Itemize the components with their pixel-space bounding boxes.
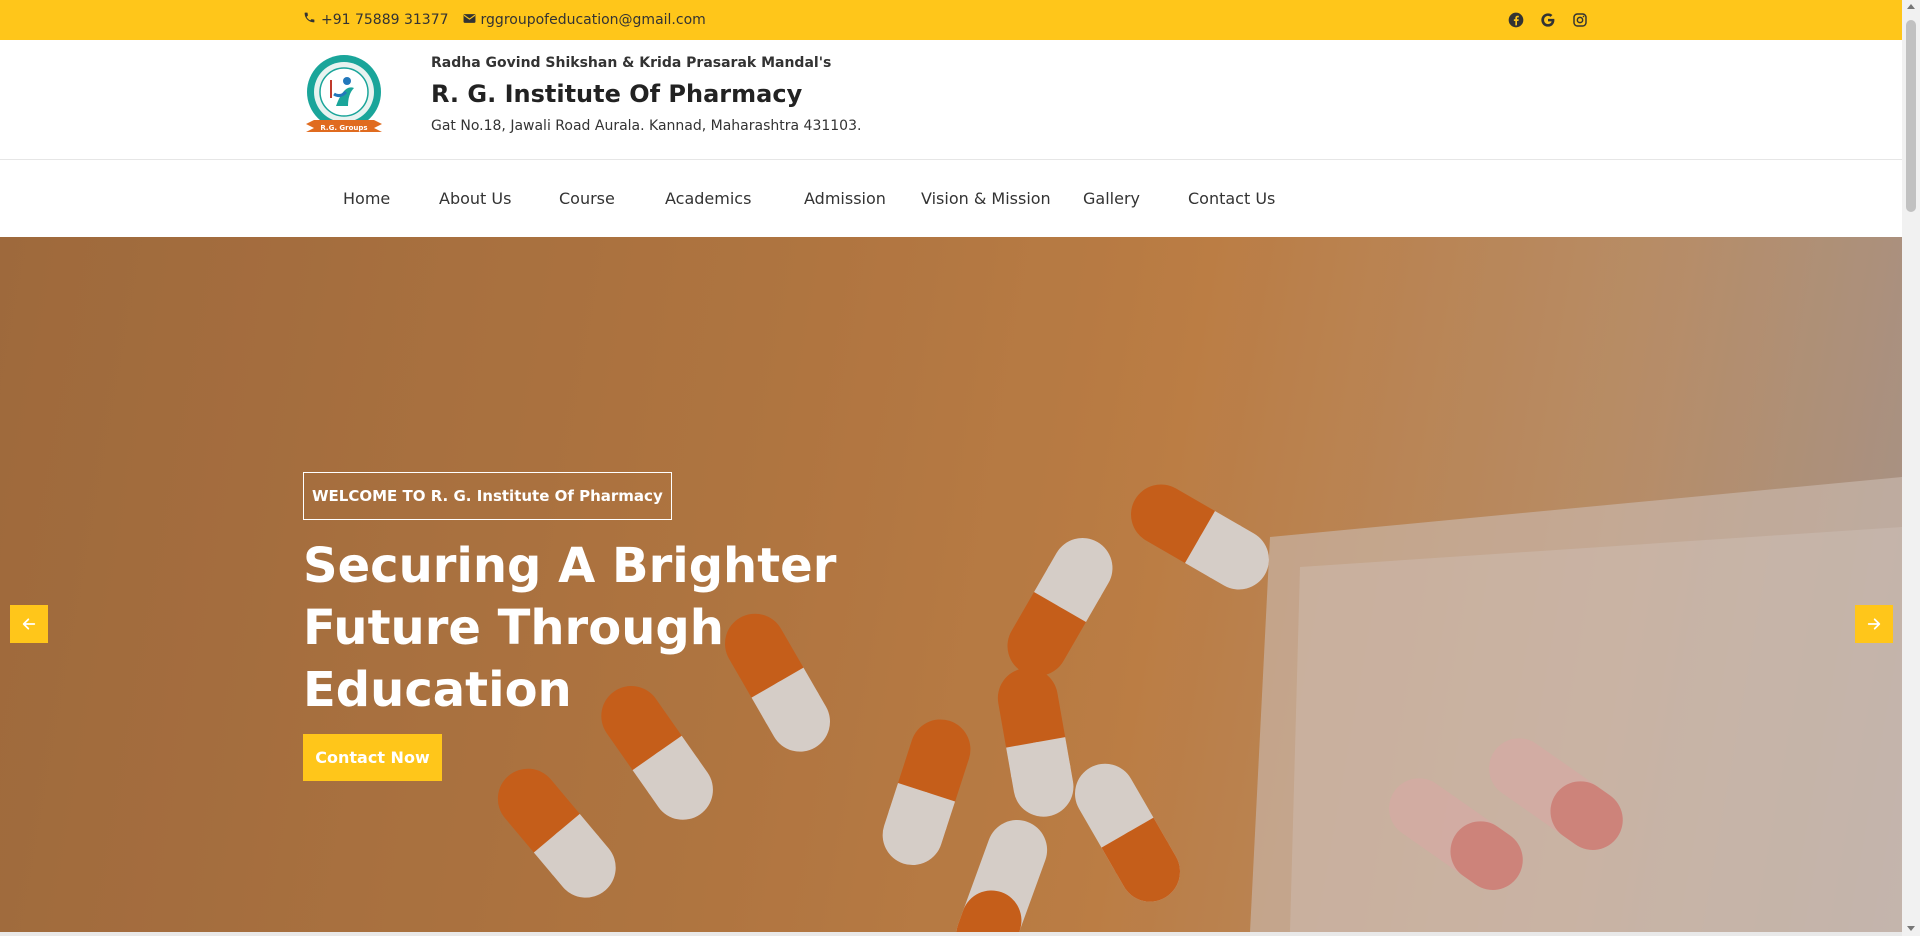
nav-admission[interactable]: Admission: [804, 189, 886, 208]
arrow-right-icon: [1867, 618, 1881, 630]
hero-overlay: [0, 237, 1902, 932]
page-scrollbar[interactable]: [1902, 0, 1920, 936]
page: +91 75889 31377 rggroupofeducation@gmail…: [0, 0, 1920, 936]
hero-headline-line: Securing A Brighter: [303, 538, 837, 594]
envelope-icon: [463, 12, 481, 28]
phone-contact[interactable]: +91 75889 31377: [303, 11, 449, 28]
phone-number: +91 75889 31377: [321, 11, 449, 28]
institute-address: Gat No.18, Jawali Road Aurala. Kannad, M…: [431, 118, 862, 134]
nav-home[interactable]: Home: [343, 189, 390, 208]
scrollbar-thumb[interactable]: [1906, 20, 1916, 212]
main-navigation: Home About Us Course Academics Admission…: [0, 160, 1902, 237]
social-links: [1506, 10, 1602, 30]
header-text: Radha Govind Shikshan & Krida Prasarak M…: [431, 55, 861, 134]
facebook-icon[interactable]: [1506, 10, 1526, 30]
nav-contact-us[interactable]: Contact Us: [1188, 189, 1275, 208]
page-bottom-edge: [0, 932, 1902, 936]
hero-slider: WELCOME TO R. G. Institute Of Pharmacy S…: [0, 237, 1902, 932]
hero-headline-line: Education: [303, 662, 572, 718]
instagram-icon[interactable]: [1570, 10, 1590, 30]
scroll-up-arrow-icon[interactable]: [1907, 4, 1915, 9]
institute-logo[interactable]: R.G. Groups: [304, 54, 384, 144]
contact-now-button[interactable]: Contact Now: [303, 734, 442, 781]
slider-next-button[interactable]: [1855, 605, 1893, 643]
nav-gallery[interactable]: Gallery: [1083, 189, 1140, 208]
welcome-badge: WELCOME TO R. G. Institute Of Pharmacy: [303, 472, 672, 520]
logo-ribbon-text: R.G. Groups: [320, 124, 367, 132]
hero-headline: Securing A Brighter Future Through Educa…: [303, 535, 863, 721]
arrow-left-icon: [22, 618, 36, 630]
hero-headline-line: Future Through: [303, 600, 724, 656]
top-bar: +91 75889 31377 rggroupofeducation@gmail…: [0, 0, 1902, 40]
nav-course[interactable]: Course: [559, 189, 615, 208]
organization-name: Radha Govind Shikshan & Krida Prasarak M…: [431, 55, 832, 71]
site-header: R.G. Groups Radha Govind Shikshan & Krid…: [0, 40, 1902, 160]
google-icon[interactable]: [1538, 10, 1558, 30]
nav-academics[interactable]: Academics: [665, 189, 751, 208]
nav-vision-mission[interactable]: Vision & Mission: [921, 189, 1051, 208]
phone-icon: [303, 11, 321, 28]
scroll-down-arrow-icon[interactable]: [1907, 926, 1915, 931]
site-title[interactable]: R. G. Institute Of Pharmacy: [431, 80, 861, 108]
nav-about-us[interactable]: About Us: [439, 189, 511, 208]
email-contact[interactable]: rggroupofeducation@gmail.com: [463, 12, 706, 28]
contact-info: +91 75889 31377 rggroupofeducation@gmail…: [303, 11, 720, 28]
email-address: rggroupofeducation@gmail.com: [480, 11, 706, 28]
slider-prev-button[interactable]: [10, 605, 48, 643]
